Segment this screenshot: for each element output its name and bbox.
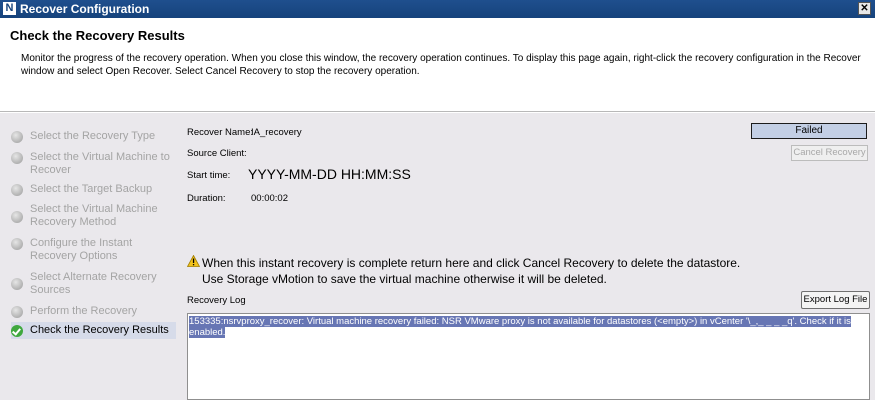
recovery-log-label: Recovery Log	[187, 295, 246, 306]
title-bar: N Recover Configuration ✕	[0, 0, 875, 18]
wizard-step-label: Select the Virtual Machine to Recover	[30, 151, 170, 176]
page-description: Monitor the progress of the recovery ope…	[21, 53, 861, 77]
recover-name-value: IA_recovery	[251, 127, 302, 138]
start-time-value: YYYY-MM-DD HH:MM:SS	[248, 166, 411, 182]
export-log-file-button[interactable]: Export Log File	[801, 291, 870, 309]
wizard-step-label: Configure the Instant Recovery Options	[30, 237, 133, 262]
page-header: Check the Recovery Results Monitor the p…	[0, 18, 875, 112]
wizard-step-recovery-method[interactable]: Select the Virtual Machine Recovery Meth…	[11, 203, 176, 231]
wizard-step-target-backup[interactable]: Select the Target Backup	[11, 183, 176, 197]
window-title: Recover Configuration	[20, 2, 150, 16]
wizard-step-virtual-machine[interactable]: Select the Virtual Machine to Recover	[11, 151, 176, 179]
wizard-step-label: Select the Target Backup	[30, 183, 153, 195]
app-logo-icon: N	[3, 2, 16, 15]
step-bullet-icon	[11, 152, 23, 164]
step-bullet-icon	[11, 131, 23, 143]
wizard-step-label: Select Alternate Recovery Sources	[30, 271, 157, 296]
wizard-step-label: Select the Recovery Type	[30, 130, 156, 142]
warning-line-1: When this instant recovery is complete r…	[202, 256, 741, 270]
recovery-log-textarea[interactable]: 153335:nsrvproxy_recover: Virtual machin…	[187, 313, 870, 400]
log-text: 153335:nsrvproxy_recover: Virtual machin…	[189, 316, 851, 338]
wizard-step-recovery-type[interactable]: Select the Recovery Type	[11, 130, 176, 144]
duration-label: Duration:	[187, 193, 226, 204]
wizard-step-alternate-sources[interactable]: Select Alternate Recovery Sources	[11, 271, 176, 299]
start-time-label: Start time:	[187, 170, 231, 181]
step-bullet-icon	[11, 278, 23, 290]
close-icon[interactable]: ✕	[858, 2, 871, 15]
wizard-step-label: Select the Virtual Machine Recovery Meth…	[30, 203, 158, 228]
warning-line-2: Use Storage vMotion to save the virtual …	[202, 272, 607, 286]
step-bullet-icon	[11, 211, 23, 223]
duration-value: 00:00:02	[251, 193, 288, 204]
status-badge: Failed	[751, 123, 867, 139]
wizard-steps: Select the Recovery Type Select the Virt…	[0, 113, 178, 400]
step-bullet-icon	[11, 238, 23, 250]
warning-icon	[187, 255, 200, 267]
content-area: Select the Recovery Type Select the Virt…	[0, 113, 875, 400]
wizard-step-perform-recovery[interactable]: Perform the Recovery	[11, 305, 176, 319]
step-bullet-icon	[11, 184, 23, 196]
check-circle-icon	[11, 325, 23, 337]
wizard-step-label: Perform the Recovery	[30, 305, 137, 317]
cancel-recovery-button[interactable]: Cancel Recovery	[791, 145, 868, 161]
warning-message: When this instant recovery is complete r…	[202, 255, 762, 287]
wizard-step-instant-recovery-options[interactable]: Configure the Instant Recovery Options	[11, 237, 176, 265]
page-title: Check the Recovery Results	[10, 28, 185, 43]
wizard-step-label: Check the Recovery Results	[30, 324, 169, 336]
step-bullet-icon	[11, 306, 23, 318]
log-selected-text: 153335:nsrvproxy_recover: Virtual machin…	[189, 316, 865, 338]
wizard-step-check-results[interactable]: Check the Recovery Results	[11, 322, 176, 339]
source-client-label: Source Client:	[187, 148, 247, 159]
recover-name-label: Recover Name:	[187, 127, 253, 138]
